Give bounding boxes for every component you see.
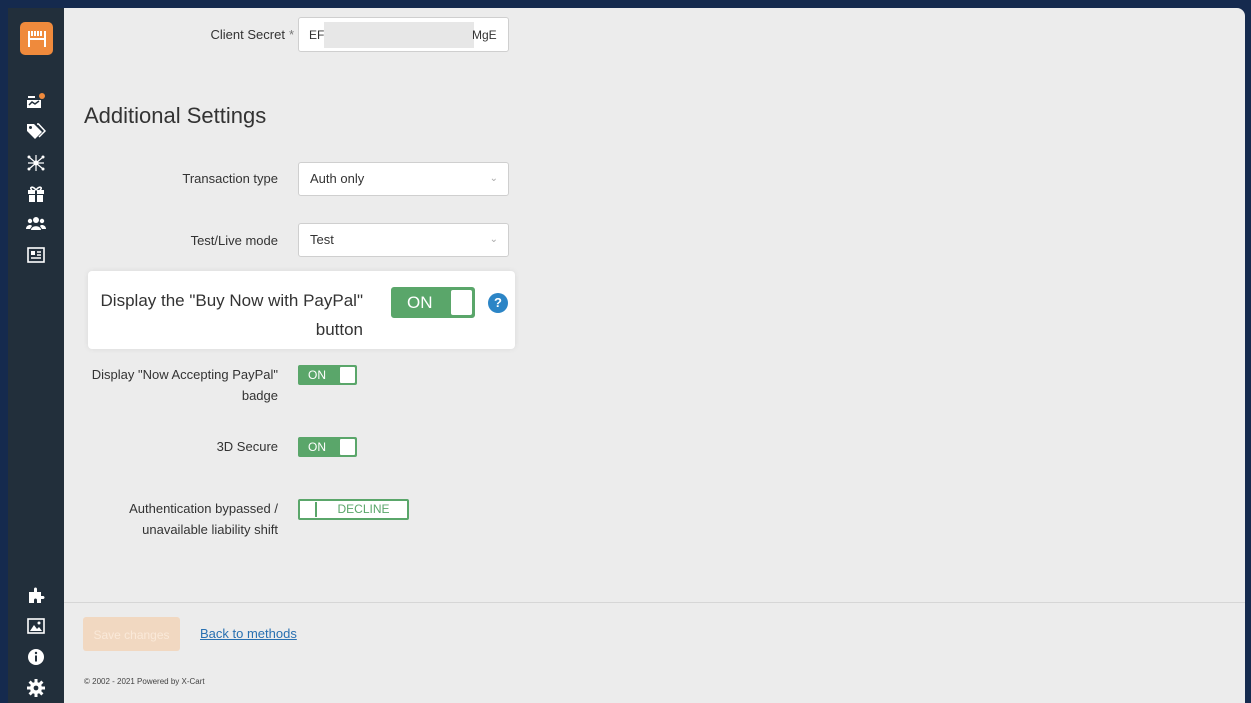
copyright-text: © 2002 - 2021 Powered by X-Cart [84,677,205,686]
sidebar [8,8,64,703]
users-icon[interactable] [24,213,48,235]
save-changes-button[interactable]: Save changes [83,617,180,651]
footer-divider [64,602,1245,603]
tags-icon[interactable] [24,120,48,142]
puzzle-icon[interactable] [24,584,48,606]
content-icon[interactable] [24,244,48,266]
accepting-badge-label: Display "Now Accepting PayPal" badge [91,367,278,403]
buy-now-label: Display the "Buy Now with PayPal" button [100,291,363,339]
section-title: Additional Settings [84,103,267,128]
transaction-type-label: Transaction type [182,171,278,186]
buy-now-toggle[interactable]: ON [391,287,475,318]
chevron-down-icon: ⌄ [489,173,498,184]
gift-icon[interactable] [24,183,48,205]
test-live-mode-select[interactable]: Test ⌄ [298,223,509,257]
gear-icon[interactable] [24,677,48,699]
transaction-type-select[interactable]: Auth only ⌄ [298,162,509,196]
accepting-badge-toggle[interactable]: ON [298,365,357,385]
redacted-mask [324,22,474,48]
buy-now-highlight-callout: Display the "Buy Now with PayPal" button… [88,271,515,349]
xcart-logo-icon[interactable] [20,22,53,55]
secure-3d-toggle[interactable]: ON [298,437,357,457]
help-icon[interactable]: ? [488,293,508,313]
client-secret-input[interactable]: EF MgE [298,17,509,52]
toggle-knob [301,502,317,517]
auth-bypass-toggle[interactable]: DECLINE [298,499,409,520]
network-icon[interactable] [24,152,48,174]
toggle-knob [340,367,355,383]
secure-3d-label: 3D Secure [216,439,278,454]
chevron-down-icon: ⌄ [489,234,498,245]
info-icon[interactable] [24,646,48,668]
back-to-methods-link[interactable]: Back to methods [200,626,297,641]
image-icon[interactable] [24,615,48,637]
toggle-knob [451,290,472,315]
main-panel: Client Secret * EF MgE Additional Setting… [64,8,1245,703]
store-dashboard-icon[interactable] [24,90,48,112]
auth-bypass-label: Authentication bypassed / unavailable li… [129,501,278,537]
client-secret-label: Client Secret * [210,27,294,42]
test-live-mode-label: Test/Live mode [190,233,278,248]
toggle-knob [340,439,355,455]
